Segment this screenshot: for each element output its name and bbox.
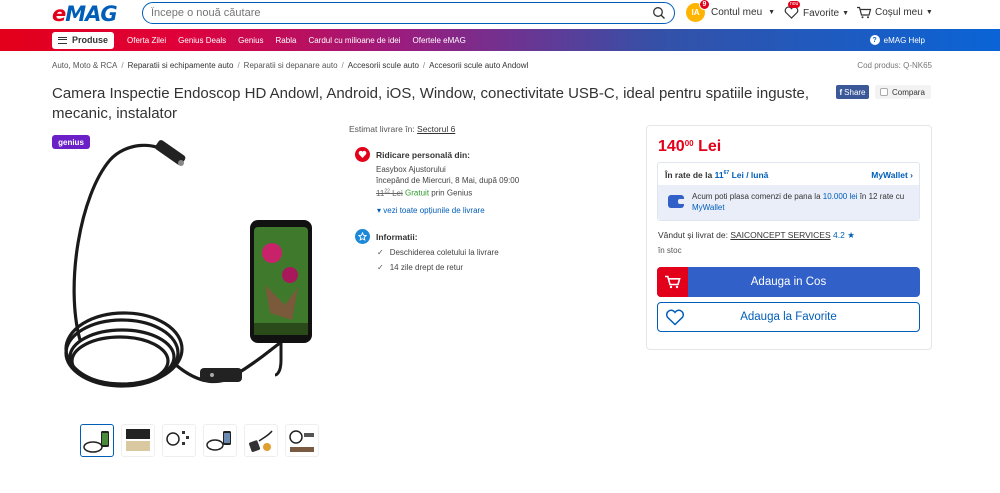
star-info-icon bbox=[355, 229, 370, 244]
seller-info: Vândut și livrat de: SAICONCEPT SERVICES… bbox=[658, 230, 855, 240]
pickup-place: Easybox Ajustorului bbox=[376, 165, 446, 174]
breadcrumb-item[interactable]: Accesorii scule auto Andowl bbox=[429, 61, 528, 70]
product-price: 14000 Lei bbox=[658, 138, 722, 155]
account-label: Contul meu bbox=[711, 7, 763, 18]
cart-label: Coșul meu bbox=[875, 7, 923, 18]
pickup-old-price: 1122 Lei bbox=[376, 188, 403, 198]
account-menu[interactable]: IA 9 Contul meu ▼ bbox=[686, 0, 776, 22]
star-icon: ★ bbox=[847, 230, 855, 240]
search-input[interactable] bbox=[151, 7, 652, 19]
search-icon[interactable] bbox=[652, 6, 666, 20]
nav-link-ofertele-emag[interactable]: Ofertele eMAG bbox=[413, 36, 466, 45]
new-badge: nou bbox=[788, 1, 801, 8]
heart-icon bbox=[666, 309, 684, 326]
add-to-cart-button[interactable]: Adauga in Cos bbox=[657, 267, 920, 297]
delivery-estimate: Estimat livrare în: Sectorul 6 bbox=[349, 124, 456, 134]
chevron-down-icon: ▼ bbox=[768, 9, 776, 16]
nav-link-oferta-zilei[interactable]: Oferta Zilei bbox=[127, 36, 166, 45]
search-bar bbox=[142, 2, 675, 24]
facebook-icon: f bbox=[839, 87, 843, 97]
seller-rating: 4.2 ★ bbox=[833, 230, 855, 240]
breadcrumb-item[interactable]: Reparatii si echipamente auto bbox=[128, 61, 234, 70]
pickup-genius: prin Genius bbox=[431, 188, 473, 198]
product-code: Cod produs: Q-NK65 bbox=[857, 61, 932, 70]
thumbnail[interactable] bbox=[80, 424, 114, 457]
thumbnail[interactable] bbox=[285, 424, 319, 457]
mywallet-info-text: Acum poti plasa comenzi de pana la 10.00… bbox=[692, 192, 905, 212]
mywallet-info: Acum poti plasa comenzi de pana la 10.00… bbox=[658, 185, 919, 220]
main-nav: Produse Oferta Zilei Genius Deals Genius… bbox=[0, 29, 1000, 51]
delivery-section: Estimat livrare în: Sectorul 6 Ridicare … bbox=[349, 124, 609, 272]
chevron-down-icon: ▼ bbox=[925, 9, 933, 16]
breadcrumb-item[interactable]: Reparatii si depanare auto bbox=[244, 61, 338, 70]
thumbnail[interactable] bbox=[203, 424, 237, 457]
wallet-icon bbox=[668, 195, 684, 208]
help-link[interactable]: ? eMAG Help bbox=[869, 35, 925, 45]
nav-link-card[interactable]: Cardul cu milioane de idei bbox=[308, 36, 400, 45]
cart-menu[interactable]: Coșul meu ▼ bbox=[856, 6, 933, 19]
pickup-date: începând de Miercuri, 8 Mai, după 09:00 bbox=[376, 176, 520, 185]
info-title: Informatii: bbox=[376, 232, 418, 242]
genius-badge: genius bbox=[52, 135, 90, 149]
cart-icon bbox=[657, 267, 688, 297]
info-item: ✓ 14 zile drept de retur bbox=[377, 263, 464, 272]
breadcrumb: Auto, Moto & RCA / Reparatii si echipamen… bbox=[52, 61, 529, 70]
emag-logo[interactable]: eMAG bbox=[52, 2, 132, 26]
chevron-down-icon: ▼ bbox=[842, 9, 850, 17]
heart-icon: nou bbox=[784, 1, 801, 20]
favorites-menu[interactable]: nou Favorite ▼ bbox=[784, 1, 850, 20]
info-item: ✓ Deschiderea coletului la livrare bbox=[377, 248, 499, 257]
nav-link-genius[interactable]: Genius bbox=[238, 36, 263, 45]
see-delivery-options-link[interactable]: ▾ vezi toate opțiunile de livrare bbox=[377, 206, 485, 215]
chevron-down-icon: ▾ bbox=[377, 206, 382, 215]
pickup-price: 1122 Lei Gratuit prin Genius bbox=[376, 186, 519, 199]
pickup-free: Gratuit bbox=[405, 188, 430, 198]
breadcrumb-item[interactable]: Accesorii scule auto bbox=[348, 61, 419, 70]
check-icon: ✓ bbox=[377, 248, 384, 257]
compare-checkbox[interactable] bbox=[880, 88, 888, 96]
buy-box: 14000 Lei În rate de la 1167 Lei / lună … bbox=[646, 125, 932, 350]
thumbnail[interactable] bbox=[244, 424, 278, 457]
installments-box: În rate de la 1167 Lei / lună MyWallet ›… bbox=[657, 162, 920, 221]
thumbnail-strip bbox=[80, 424, 319, 457]
facebook-share-button[interactable]: f Share bbox=[836, 85, 869, 99]
seller-link[interactable]: SAICONCEPT SERVICES bbox=[730, 230, 830, 240]
favorites-label: Favorite bbox=[803, 7, 840, 19]
chevron-right-icon: › bbox=[910, 170, 913, 180]
check-icon: ✓ bbox=[377, 263, 384, 272]
stock-status: în stoc bbox=[658, 246, 682, 255]
pickup-title: Ridicare personală din: bbox=[376, 150, 470, 160]
product-main-image[interactable] bbox=[60, 135, 325, 410]
avatar[interactable]: IA 9 bbox=[686, 0, 710, 22]
top-header: eMAG IA9 Contul meu ▼ nou Favorite ▼ Coș… bbox=[0, 0, 1000, 27]
nav-link-genius-deals[interactable]: Genius Deals bbox=[178, 36, 226, 45]
help-icon: ? bbox=[869, 35, 880, 45]
nav-link-rabla[interactable]: Rabla bbox=[276, 36, 297, 45]
installments-line: În rate de la 1167 Lei / lună bbox=[665, 170, 769, 180]
notification-badge: 9 bbox=[699, 0, 710, 10]
location-pin-icon bbox=[355, 147, 370, 162]
breadcrumb-item[interactable]: Auto, Moto & RCA bbox=[52, 61, 117, 70]
mywallet-info-link[interactable]: MyWallet bbox=[692, 203, 725, 212]
thumbnail[interactable] bbox=[162, 424, 196, 457]
thumbnail[interactable] bbox=[121, 424, 155, 457]
delivery-location-link[interactable]: Sectorul 6 bbox=[417, 124, 455, 134]
pickup-details: Easybox Ajustorului începând de Miercuri… bbox=[376, 164, 519, 199]
add-to-favorites-button[interactable]: Adauga la Favorite bbox=[657, 302, 920, 332]
products-menu-button[interactable]: Produse bbox=[52, 31, 115, 49]
hamburger-icon bbox=[58, 36, 67, 44]
compare-toggle[interactable]: Compara bbox=[875, 85, 931, 99]
cart-icon bbox=[857, 6, 872, 19]
page-title: Camera Inspectie Endoscop HD Andowl, And… bbox=[52, 85, 810, 122]
mywallet-link[interactable]: MyWallet › bbox=[871, 170, 913, 180]
